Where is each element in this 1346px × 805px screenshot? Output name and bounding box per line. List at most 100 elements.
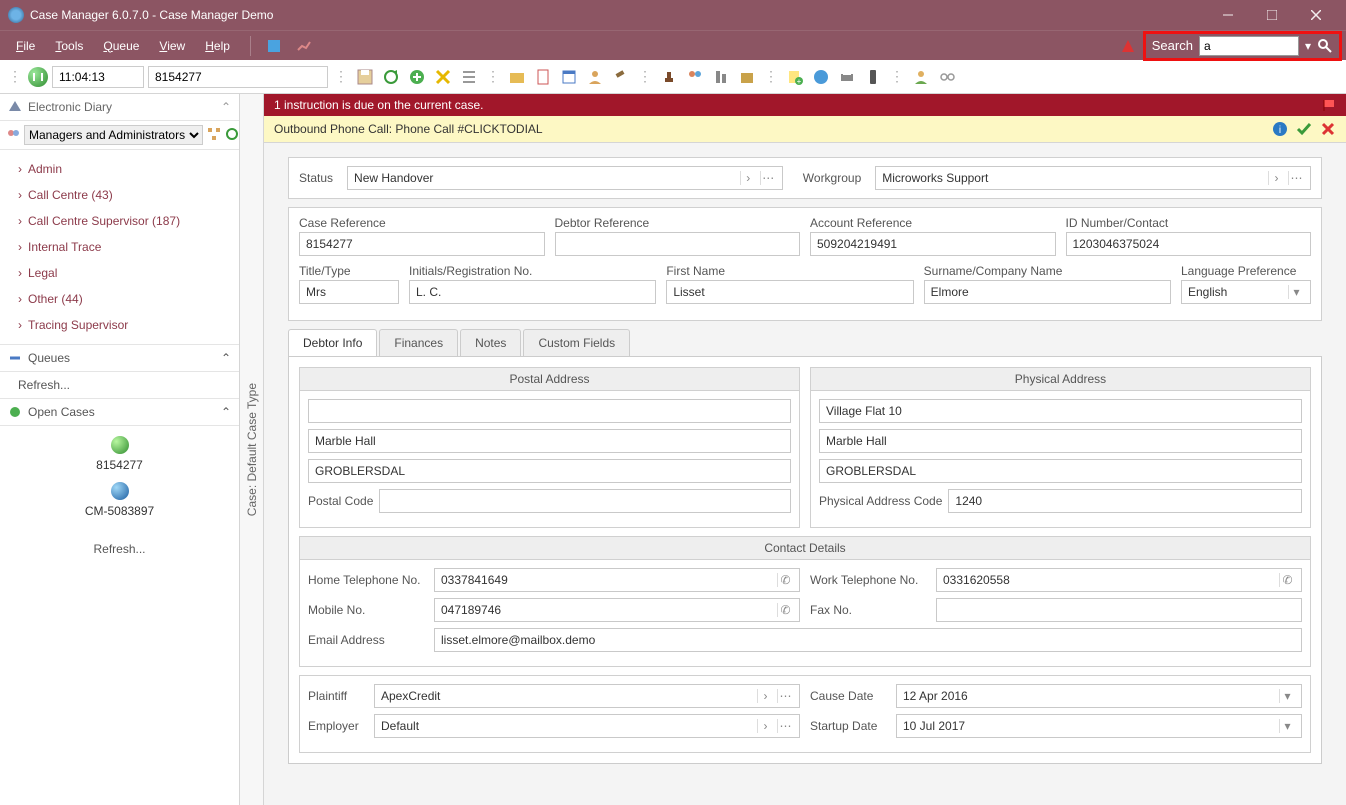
chevron-right-icon[interactable]: › <box>757 689 773 703</box>
case-orb-blue[interactable] <box>111 482 129 500</box>
cancel-icon[interactable] <box>432 66 454 88</box>
tree-node-tracing-supervisor[interactable]: Tracing Supervisor <box>0 312 239 338</box>
box-icon[interactable] <box>736 66 758 88</box>
initials-field[interactable]: L. C. <box>409 280 656 304</box>
vertical-tab[interactable]: Case: Default Case Type <box>240 94 264 805</box>
play-button[interactable] <box>28 67 48 87</box>
print-icon[interactable] <box>836 66 858 88</box>
menu-tools[interactable]: Tools <box>47 35 91 57</box>
list-icon[interactable] <box>458 66 480 88</box>
menu-view[interactable]: View <box>151 35 193 57</box>
chevron-down-icon[interactable]: ▾ <box>1279 719 1295 733</box>
stamp-icon[interactable] <box>658 66 680 88</box>
id-number-field[interactable]: 1203046375024 <box>1066 232 1312 256</box>
tree-icon[interactable] <box>207 127 221 143</box>
workgroup-field[interactable]: Microworks Support›⋯ <box>875 166 1311 190</box>
startup-date-field[interactable]: 10 Jul 2017▾ <box>896 714 1302 738</box>
tab-debtor-info[interactable]: Debtor Info <box>288 329 377 356</box>
time-input[interactable] <box>52 66 144 88</box>
minimize-button[interactable] <box>1206 0 1250 30</box>
phone-icon[interactable]: ✆ <box>777 603 793 617</box>
info-icon[interactable]: i <box>1272 121 1288 137</box>
first-name-field[interactable]: Lisset <box>666 280 913 304</box>
account-ref-field[interactable]: 509204219491 <box>810 232 1056 256</box>
chevron-right-icon[interactable]: › <box>740 171 756 185</box>
phone-icon[interactable]: ✆ <box>1279 573 1295 587</box>
calendar-icon[interactable] <box>558 66 580 88</box>
phone-icon[interactable]: ✆ <box>777 573 793 587</box>
open-case-1[interactable]: 8154277 <box>0 458 239 472</box>
title-field[interactable]: Mrs <box>299 280 399 304</box>
globe-icon[interactable] <box>810 66 832 88</box>
ellipsis-icon[interactable]: ⋯ <box>777 719 793 733</box>
add-icon[interactable] <box>406 66 428 88</box>
group-select[interactable]: Managers and Administrators <box>24 125 203 145</box>
tree-node-call-centre[interactable]: Call Centre (43) <box>0 182 239 208</box>
postal-line-2[interactable]: Marble Hall <box>308 429 791 453</box>
case-ref-field[interactable]: 8154277 <box>299 232 545 256</box>
open-case-2[interactable]: CM-5083897 <box>0 504 239 518</box>
search-input[interactable] <box>1199 36 1299 56</box>
tab-notes[interactable]: Notes <box>460 329 521 356</box>
menu-file[interactable]: File <box>8 35 43 57</box>
tab-finances[interactable]: Finances <box>379 329 458 356</box>
building-icon[interactable] <box>710 66 732 88</box>
panel-electronic-diary[interactable]: Electronic Diary ⌃ <box>0 94 239 121</box>
case-number-input[interactable] <box>148 66 328 88</box>
tree-node-legal[interactable]: Legal <box>0 260 239 286</box>
maximize-button[interactable] <box>1250 0 1294 30</box>
glasses-icon[interactable] <box>936 66 958 88</box>
debtor-ref-field[interactable] <box>555 232 801 256</box>
menu-help[interactable]: Help <box>197 35 238 57</box>
postal-line-3[interactable]: GROBLERSDAL <box>308 459 791 483</box>
phys-line-1[interactable]: Village Flat 10 <box>819 399 1302 423</box>
mobile-field[interactable]: 047189746✆ <box>434 598 800 622</box>
search-dropdown-icon[interactable]: ▾ <box>1305 39 1311 53</box>
menu-queue[interactable]: Queue <box>95 35 147 57</box>
flag-icon[interactable] <box>1322 98 1336 112</box>
language-field[interactable]: English▾ <box>1181 280 1311 304</box>
document-icon[interactable] <box>532 66 554 88</box>
cause-date-field[interactable]: 12 Apr 2016▾ <box>896 684 1302 708</box>
employer-field[interactable]: Default›⋯ <box>374 714 800 738</box>
phys-line-3[interactable]: GROBLERSDAL <box>819 459 1302 483</box>
ellipsis-icon[interactable]: ⋯ <box>760 171 776 185</box>
home-phone-field[interactable]: 0337841649✆ <box>434 568 800 592</box>
ellipsis-icon[interactable]: ⋯ <box>1288 171 1304 185</box>
panel-queues[interactable]: Queues ⌃ <box>0 344 239 372</box>
refresh-icon[interactable] <box>380 66 402 88</box>
save-icon[interactable] <box>354 66 376 88</box>
search-icon[interactable] <box>1317 38 1333 54</box>
open-cases-refresh[interactable]: Refresh... <box>0 528 239 570</box>
close-button[interactable] <box>1294 0 1338 30</box>
user-icon[interactable] <box>584 66 606 88</box>
users-icon[interactable] <box>684 66 706 88</box>
tree-node-admin[interactable]: Admin <box>0 156 239 182</box>
plaintiff-field[interactable]: ApexCredit›⋯ <box>374 684 800 708</box>
chevron-right-icon[interactable]: › <box>1268 171 1284 185</box>
fax-field[interactable] <box>936 598 1302 622</box>
close-icon[interactable] <box>1320 121 1336 137</box>
refresh-small-icon[interactable] <box>225 127 239 143</box>
panel-open-cases[interactable]: Open Cases ⌃ <box>0 398 239 426</box>
folder-icon[interactable] <box>506 66 528 88</box>
alert-icon[interactable] <box>1119 37 1137 55</box>
case-orb-green[interactable] <box>111 436 129 454</box>
postal-line-1[interactable] <box>308 399 791 423</box>
tree-node-other[interactable]: Other (44) <box>0 286 239 312</box>
ellipsis-icon[interactable]: ⋯ <box>777 689 793 703</box>
status-field[interactable]: New Handover›⋯ <box>347 166 783 190</box>
phone-icon[interactable] <box>862 66 884 88</box>
tree-node-internal-trace[interactable]: Internal Trace <box>0 234 239 260</box>
postal-code-field[interactable] <box>379 489 791 513</box>
note-add-icon[interactable]: + <box>784 66 806 88</box>
email-field[interactable]: lisset.elmore@mailbox.demo <box>434 628 1302 652</box>
chevron-right-icon[interactable]: › <box>757 719 773 733</box>
surname-field[interactable]: Elmore <box>924 280 1171 304</box>
person-icon[interactable] <box>910 66 932 88</box>
phys-line-2[interactable]: Marble Hall <box>819 429 1302 453</box>
tab-custom-fields[interactable]: Custom Fields <box>523 329 630 356</box>
phys-code-field[interactable]: 1240 <box>948 489 1302 513</box>
work-phone-field[interactable]: 0331620558✆ <box>936 568 1302 592</box>
check-icon[interactable] <box>1296 121 1312 137</box>
